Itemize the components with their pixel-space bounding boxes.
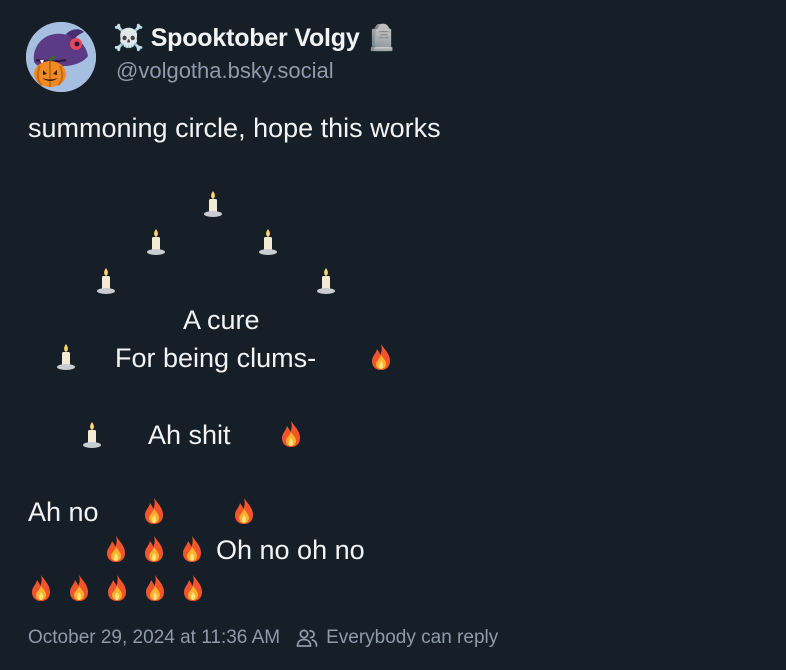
candle-icon: [147, 229, 165, 255]
fire-icon: [32, 575, 50, 601]
post-footer: October 29, 2024 at 11:36 AM Everybody c…: [28, 627, 498, 649]
fire-icon: [282, 421, 300, 447]
dragon-pumpkin-avatar-icon: [26, 22, 96, 92]
candle-icon: [97, 268, 115, 294]
candle-icon: [204, 191, 222, 217]
post-text-ah-no: Ah no: [28, 497, 99, 527]
post-timestamp[interactable]: October 29, 2024 at 11:36 AM: [28, 627, 280, 649]
skull-crossbones-emoji: ☠️: [113, 24, 144, 52]
candle-icon: [259, 229, 277, 255]
post-text-oh-no: Oh no oh no: [216, 535, 365, 565]
post-text-being-clums: For being clums-: [115, 343, 317, 373]
post-text-a-cure: A cure: [183, 305, 260, 335]
candle-icon: [317, 268, 335, 294]
fire-icon: [184, 575, 202, 601]
author-display-name[interactable]: ☠️ Spooktober Volgy 🪦: [113, 24, 397, 53]
post-card: ☠️ Spooktober Volgy 🪦 @volgotha.bsky.soc…: [0, 0, 786, 670]
fire-icon: [107, 536, 125, 562]
post-text-ah-shit: Ah shit: [148, 420, 231, 450]
author-avatar[interactable]: [26, 22, 96, 92]
fire-icon: [108, 575, 126, 601]
reply-setting[interactable]: Everybody can reply: [326, 627, 498, 649]
fire-icon: [70, 575, 88, 601]
people-icon: [296, 629, 318, 647]
post-text-intro: summoning circle, hope this works: [28, 113, 441, 143]
candle-icon: [57, 344, 75, 370]
display-name-text: Spooktober Volgy: [150, 24, 360, 52]
fire-icon: [235, 498, 253, 524]
fire-icon: [372, 344, 390, 370]
fire-icon: [145, 536, 163, 562]
tombstone-emoji: 🪦: [366, 24, 398, 52]
candle-icon: [83, 422, 101, 448]
fire-icon: [183, 536, 201, 562]
fire-icon: [145, 498, 163, 524]
author-handle[interactable]: @volgotha.bsky.social: [116, 58, 334, 84]
fire-icon: [146, 575, 164, 601]
